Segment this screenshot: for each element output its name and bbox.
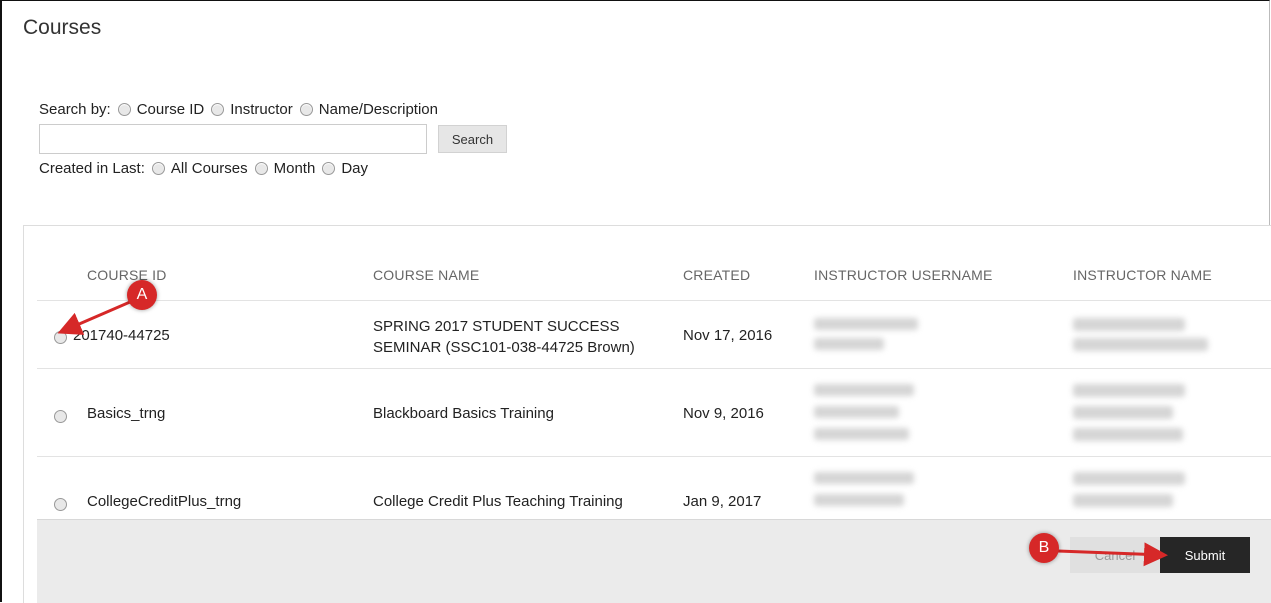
created-cell: Nov 17, 2016	[683, 327, 773, 344]
redacted-instructor-name	[1073, 338, 1208, 351]
search-by-row: Search by: Course ID Instructor Name/Des…	[39, 101, 438, 118]
redacted-username	[814, 406, 899, 418]
submit-button[interactable]: Submit	[1160, 537, 1250, 573]
header-created[interactable]: CREATED	[683, 267, 750, 283]
search-button[interactable]: Search	[438, 125, 507, 153]
redacted-username	[814, 494, 904, 506]
course-name-cell: College Credit Plus Teaching Training	[373, 493, 623, 510]
course-name-cell: Blackboard Basics Training	[373, 405, 554, 422]
header-divider	[37, 300, 1271, 301]
search-input[interactable]	[39, 124, 427, 154]
header-instructor-name[interactable]: INSTRUCTOR NAME	[1073, 267, 1212, 283]
redacted-instructor-name	[1073, 406, 1173, 419]
course-id-cell: Basics_trng	[87, 405, 166, 422]
header-instructor-username[interactable]: INSTRUCTOR USERNAME	[814, 267, 993, 283]
redacted-username	[814, 428, 909, 440]
redacted-username	[814, 472, 914, 484]
radio-course-id-label: Course ID	[136, 101, 205, 118]
created-cell: Nov 9, 2016	[683, 405, 764, 422]
redacted-username	[814, 338, 884, 350]
course-name-cell: SPRING 2017 STUDENT SUCCESS SEMINAR (SSC…	[373, 316, 635, 358]
radio-month-label: Month	[273, 160, 316, 177]
row-select-radio[interactable]	[54, 410, 67, 423]
radio-day-label: Day	[341, 160, 368, 177]
cancel-button[interactable]: Cancel	[1070, 537, 1160, 573]
radio-course-id[interactable]	[117, 103, 131, 116]
redacted-instructor-name	[1073, 384, 1185, 397]
redacted-instructor-name	[1073, 472, 1185, 485]
course-id-cell: 201740-44725	[73, 327, 170, 344]
created-in-last-label: Created in Last:	[39, 160, 145, 177]
redacted-instructor-name	[1073, 494, 1173, 507]
radio-all-courses-label: All Courses	[170, 160, 248, 177]
radio-instructor[interactable]	[211, 103, 225, 116]
radio-all-courses[interactable]	[151, 162, 165, 175]
redacted-username	[814, 318, 918, 330]
row-divider	[37, 456, 1271, 457]
course-name-line: SEMINAR (SSC101-038-44725 Brown)	[373, 339, 635, 356]
course-name-line: SPRING 2017 STUDENT SUCCESS	[373, 318, 620, 335]
radio-name-description-label: Name/Description	[318, 101, 438, 118]
redacted-username	[814, 384, 914, 396]
radio-name-description[interactable]	[299, 103, 313, 116]
radio-day[interactable]	[322, 162, 336, 175]
redacted-instructor-name	[1073, 318, 1185, 331]
header-course-name[interactable]: COURSE NAME	[373, 267, 479, 283]
created-in-last-row: Created in Last: All Courses Month Day	[39, 160, 368, 177]
row-select-radio[interactable]	[54, 498, 67, 511]
created-cell: Jan 9, 2017	[683, 493, 762, 510]
redacted-instructor-name	[1073, 428, 1183, 441]
course-id-cell: CollegeCreditPlus_trng	[87, 493, 242, 510]
row-divider	[37, 368, 1271, 369]
radio-instructor-label: Instructor	[230, 101, 293, 118]
page-title: Courses	[23, 16, 102, 39]
callout-marker-a: A	[127, 280, 157, 310]
row-select-radio[interactable]	[54, 331, 67, 344]
callout-marker-b: B	[1029, 533, 1059, 563]
header-course-id[interactable]: COURSE ID	[87, 267, 167, 283]
search-by-label: Search by:	[39, 101, 111, 118]
radio-month[interactable]	[254, 162, 268, 175]
